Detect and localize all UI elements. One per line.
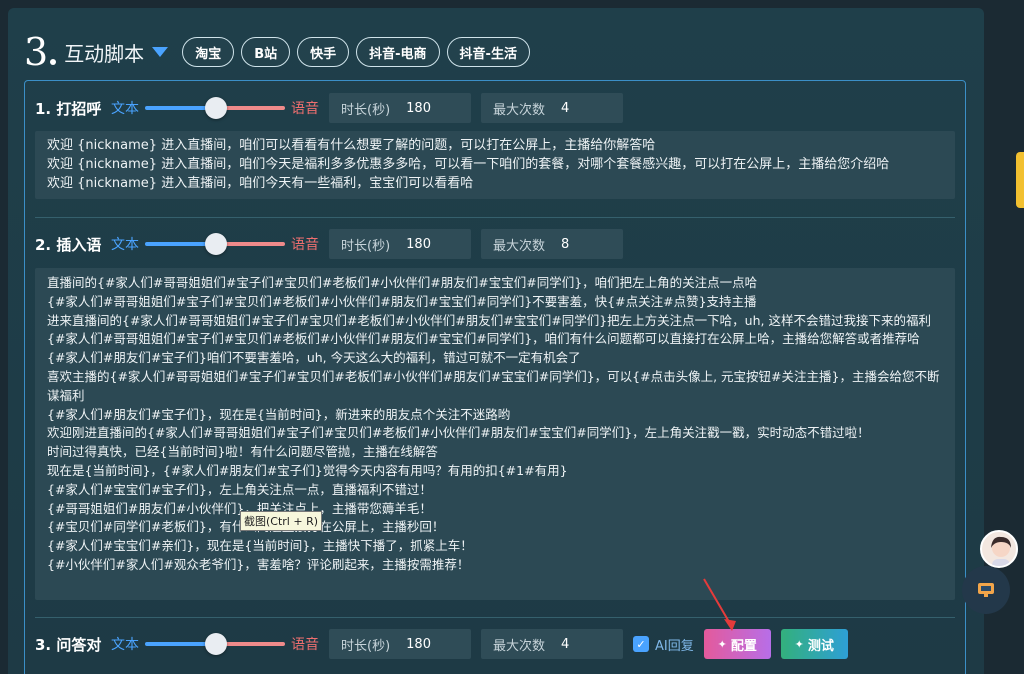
script-line: 进来直播间的{#家人们#哥哥姐姐们#宝子们#宝贝们#老板们#小伙伴们#朋友们#宝… (47, 312, 931, 328)
test-button[interactable]: ✦ 测试 (780, 629, 848, 659)
script-line: 喜欢主播的{#家人们#哥哥姐姐们#宝子们#宝贝们#老板们#小伙伴们#朋友们#宝宝… (47, 368, 940, 403)
section-title: 互动脚本 (64, 41, 145, 66)
script-line: 欢迎 {nickname} 进入直播间，咱们今天是福利多多优惠多多哈，可以看一下… (47, 156, 890, 172)
mode-slider[interactable] (145, 627, 285, 661)
script-line: {#家人们#宝宝们#亲们}，现在是{当前时间}，主播快下播了，抓紧上车！ (47, 538, 473, 554)
script-line: {#家人们#宝宝们#宝子们}，左上角关注点一点，直播福利不错过！ (47, 481, 432, 497)
section-header: 3 互动脚本 淘宝 B站 快手 抖音-电商 抖音-生活 (24, 30, 530, 74)
assistant-avatar[interactable] (980, 530, 1018, 568)
slider-thumb[interactable] (205, 233, 227, 255)
max-count-field[interactable]: 最大次数 4 (481, 93, 623, 123)
script-panel: 1. 打招呼 文本 语音 时长(秒) 180 最大次数 4 欢迎 {nickna… (24, 80, 966, 674)
tab-taobao[interactable]: 淘宝 (182, 37, 235, 67)
greeting-textarea[interactable]: 欢迎 {nickname} 进入直播间，咱们可以看看有什么想要了解的问题，可以打… (35, 131, 955, 199)
row-title: 2. 插入语 (35, 235, 102, 254)
duration-field[interactable]: 时长(秒) 180 (329, 229, 471, 259)
mode-text-label: 文本 (111, 237, 139, 253)
divider (35, 217, 955, 218)
script-line: 直播间的{#家人们#哥哥姐姐们#宝子们#宝贝们#老板们#小伙伴们#朋友们#宝宝们… (47, 275, 758, 290)
row-title: 3. 问答对 (35, 635, 102, 654)
slider-thumb[interactable] (205, 97, 227, 119)
insert-row-bar: 2. 插入语 文本 语音 时长(秒) 180 最大次数 8 (35, 227, 633, 261)
section-number: 3 (24, 30, 49, 74)
ai-reply-checkbox[interactable]: ✓ (633, 636, 649, 652)
script-line: {#家人们#朋友们#宝子们}咱们不要害羞哈，uh, 今天这么大的福利，错过可就不… (47, 350, 581, 366)
mode-voice-label: 语音 (291, 101, 319, 117)
row-title: 1. 打招呼 (35, 99, 102, 118)
tab-kuaishou[interactable]: 快手 (297, 37, 350, 67)
duration-field[interactable]: 时长(秒) 180 (329, 629, 471, 659)
mode-text-label: 文本 (111, 637, 139, 653)
greeting-row-bar: 1. 打招呼 文本 语音 时长(秒) 180 最大次数 4 (35, 91, 633, 125)
script-line: 现在是{当前时间}，{#家人们#朋友们#宝子们}觉得今天内容有用吗？有用的扣{#… (47, 462, 568, 478)
max-count-field[interactable]: 最大次数 4 (481, 629, 623, 659)
caret-down-icon[interactable] (152, 47, 169, 57)
platform-tabs: 淘宝 B站 快手 抖音-电商 抖音-生活 (182, 37, 530, 67)
max-count-field[interactable]: 最大次数 8 (481, 229, 623, 259)
tab-bilibili[interactable]: B站 (241, 37, 291, 67)
floating-assistant-button[interactable] (962, 566, 1010, 614)
divider (35, 617, 955, 618)
script-line: 时间过得真快，已经{当前时间}啦！有什么问题尽管抛，主播在线解答 (47, 444, 438, 460)
slider-thumb[interactable] (205, 633, 227, 655)
tab-douyin-life[interactable]: 抖音-生活 (446, 37, 530, 67)
script-line: {#宝贝们#同学们#老板们}，有什么问题直接打在公屏上，主播秒回！ (47, 518, 943, 537)
mode-voice-label: 语音 (291, 237, 319, 253)
script-line: {#家人们#哥哥姐姐们#宝子们#宝贝们#老板们#小伙伴们#朋友们#宝宝们#同学们… (47, 293, 757, 309)
sparkle-icon: ✦ (717, 637, 727, 651)
side-edge-tab[interactable] (1016, 152, 1024, 208)
monitor-icon (978, 583, 994, 597)
mode-slider[interactable] (145, 91, 285, 125)
script-line: {#家人们#哥哥姐姐们#宝子们#宝贝们#老板们#小伙伴们#朋友们#宝宝们#同学们… (47, 331, 920, 347)
section-number-dot (50, 59, 57, 65)
insert-textarea[interactable]: 直播间的{#家人们#哥哥姐姐们#宝子们#宝贝们#老板们#小伙伴们#朋友们#宝宝们… (35, 268, 955, 600)
screenshot-tooltip: 截图(Ctrl + R) (240, 511, 323, 531)
script-line: {#哥哥姐姐们#朋友们#小伙伴们}，把关注点上，主播带您薅羊毛！ (47, 500, 432, 516)
sparkle-icon: ✦ (794, 637, 804, 651)
script-line: 欢迎 {nickname} 进入直播间，咱们今天有一些福利，宝宝们可以看看哈 (47, 175, 474, 191)
mode-voice-label: 语音 (291, 637, 319, 653)
red-arrow-icon (703, 578, 736, 631)
script-line: 欢迎 {nickname} 进入直播间，咱们可以看看有什么想要了解的问题，可以打… (47, 138, 656, 153)
mode-slider[interactable] (145, 227, 285, 261)
mode-text-label: 文本 (111, 101, 139, 117)
script-line: {#小伙伴们#家人们#观众老爷们}，害羞啥？评论刷起来，主播按需推荐！ (47, 556, 470, 572)
tab-douyin-ecommerce[interactable]: 抖音-电商 (356, 37, 440, 67)
duration-field[interactable]: 时长(秒) 180 (329, 93, 471, 123)
script-line: 欢迎刚进直播间的{#家人们#哥哥姐姐们#宝子们#宝贝们#老板们#小伙伴们#朋友们… (47, 425, 870, 441)
script-line: {#家人们#朋友们#宝子们}，现在是{当前时间}，新进来的朋友点个关注不迷路哟 (47, 406, 511, 422)
ai-reply-label: AI回复 (655, 638, 694, 654)
